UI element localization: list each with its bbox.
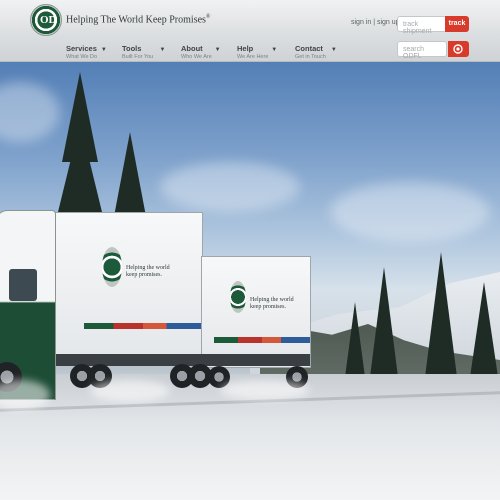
nav-sublabel: Get in Touch — [295, 54, 326, 60]
nav-sublabel: Built For You — [122, 54, 154, 60]
nav-label: Contact — [295, 44, 323, 53]
logo-letters: OD — [40, 14, 57, 26]
site-tagline: Helping The World Keep Promises® — [66, 14, 210, 25]
track-shipment-input[interactable]: track shipment — [397, 16, 447, 35]
chevron-down-icon: ▼ — [271, 47, 278, 53]
chevron-down-icon: ▼ — [214, 47, 221, 53]
snow-spray — [220, 380, 310, 400]
cab-window — [9, 269, 37, 301]
trailer-tagline-line1: Helping the world — [250, 297, 294, 303]
nav-item-services[interactable]: Services ▼ What We Do — [66, 44, 122, 60]
pine-tree — [58, 122, 102, 212]
auth-separator: | — [373, 19, 376, 26]
tagline-text: Helping The World Keep Promises — [66, 14, 206, 26]
chevron-down-icon: ▼ — [159, 47, 166, 53]
trailer-logo — [230, 281, 246, 313]
snow-spray — [90, 380, 170, 402]
nav-item-tools[interactable]: Tools ▼ Built For You — [122, 44, 178, 60]
nav-sublabel: Who We Are — [181, 54, 212, 60]
trailer-tagline: Helping the world keep promises. — [250, 297, 294, 311]
pine-tree — [370, 267, 398, 377]
cloud — [330, 182, 490, 242]
chevron-down-icon: ▼ — [100, 47, 107, 53]
sign-in-link[interactable]: sign in — [351, 19, 371, 26]
nav-item-about[interactable]: About ▼ Who We Are — [181, 44, 237, 60]
rear-trailer: Helping the world keep promises. — [201, 256, 311, 368]
trailer-tagline-line2: keep promises. — [250, 304, 286, 310]
trailer-stripe — [214, 337, 310, 343]
trailer-tagline: Helping the world keep promises. — [126, 265, 170, 279]
pine-tree — [345, 302, 365, 377]
site-header: OD Helping The World Keep Promises® sign… — [0, 0, 500, 62]
cloud — [0, 82, 60, 142]
trailer-logo — [102, 247, 122, 287]
registered-mark: ® — [205, 14, 211, 20]
pine-tree — [470, 282, 498, 377]
pine-tree — [425, 252, 457, 377]
auth-links: sign in | sign up — [351, 19, 400, 26]
nav-sublabel: We Are Here — [237, 54, 269, 60]
company-logo[interactable]: OD — [30, 4, 62, 36]
nav-label: About — [181, 44, 203, 53]
nav-label: Tools — [122, 44, 142, 53]
search-input[interactable]: search ODFL — [397, 41, 447, 60]
chevron-down-icon: ▼ — [330, 47, 337, 53]
nav-item-help[interactable]: Help ▼ We Are Here — [237, 44, 293, 60]
nav-item-contact[interactable]: Contact ▼ Get in Touch — [295, 44, 351, 60]
track-button[interactable]: track — [445, 16, 469, 32]
nav-label: Services — [66, 44, 97, 53]
front-trailer: Helping the world keep promises. — [55, 212, 203, 362]
trailer-tagline-line1: Helping the world — [126, 265, 170, 271]
cloud — [160, 162, 300, 212]
nav-sublabel: What We Do — [66, 54, 98, 60]
trailer-stripe — [84, 323, 202, 329]
trailer-tagline-line2: keep promises. — [126, 272, 162, 278]
search-button[interactable] — [448, 41, 469, 57]
hero-image: Helping the world keep promises. Helping… — [0, 62, 500, 500]
nav-label: Help — [237, 44, 254, 53]
search-icon — [453, 44, 463, 54]
